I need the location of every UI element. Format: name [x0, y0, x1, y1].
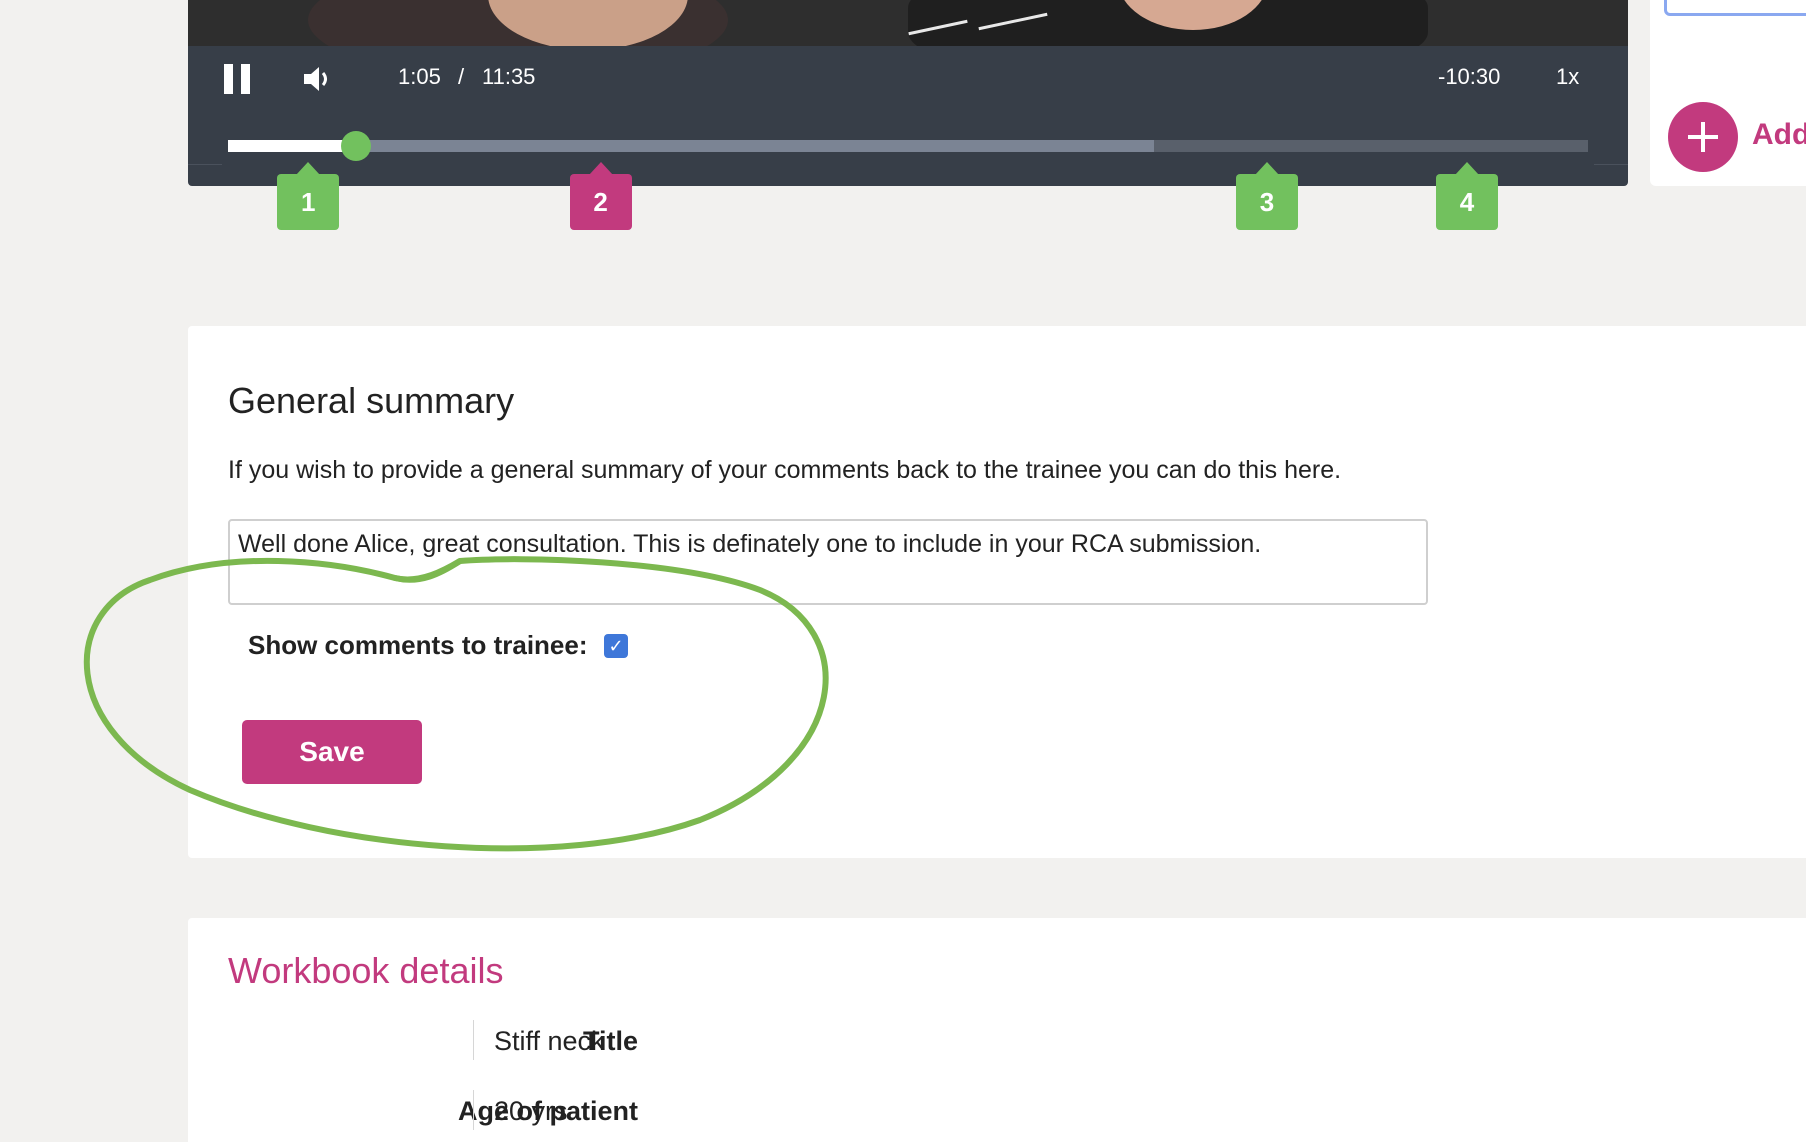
pause-icon[interactable]: [224, 64, 254, 94]
marker[interactable]: 4: [1435, 162, 1498, 230]
played-bar: [228, 140, 356, 152]
checkmark-icon: ✓: [608, 635, 624, 657]
marker[interactable]: 1: [277, 162, 340, 230]
add-button[interactable]: [1668, 102, 1738, 172]
side-panel-input[interactable]: [1664, 0, 1806, 16]
corner-decoration: [1594, 164, 1628, 184]
divider: [473, 1020, 474, 1060]
show-comments-checkbox[interactable]: ✓: [604, 634, 628, 658]
section-title: Workbook details: [228, 950, 504, 991]
video-frame[interactable]: [188, 0, 1628, 46]
section-intro: If you wish to provide a general summary…: [228, 456, 1342, 484]
volume-icon[interactable]: [302, 64, 334, 94]
scrub-handle[interactable]: [340, 131, 371, 161]
page: 1:05 / 11:35 -10:30 1x 1 2 3 4 Add Gener…: [0, 0, 1806, 1142]
summary-comment-field[interactable]: Well done Alice, great consultation. Thi…: [228, 519, 1428, 605]
side-panel: Add: [1650, 0, 1806, 186]
progress-track[interactable]: [228, 131, 1588, 161]
general-summary-card: General summary If you wish to provide a…: [188, 326, 1806, 858]
show-comments-label: Show comments to trainee:: [248, 630, 588, 660]
detail-row: Title Stiff neck: [188, 1020, 988, 1060]
playback-speed-button[interactable]: 1x: [1556, 64, 1579, 90]
save-button[interactable]: Save: [242, 720, 422, 784]
plus-icon: [1688, 122, 1718, 152]
time-separator: /: [458, 64, 465, 89]
remaining-time: -10:30: [1438, 64, 1501, 89]
workbook-details-card: Workbook details Title Stiff neck Age of…: [188, 918, 1806, 1142]
section-title: General summary: [228, 380, 515, 421]
divider: [473, 1090, 474, 1130]
detail-value: 20 yrs: [494, 1096, 568, 1126]
total-time: 11:35: [482, 64, 536, 89]
current-time: 1:05: [398, 64, 441, 89]
corner-decoration: [188, 164, 222, 184]
detail-value: Stiff neck: [494, 1026, 605, 1056]
marker[interactable]: 2: [569, 162, 632, 230]
marker[interactable]: 3: [1236, 162, 1299, 230]
add-button-label[interactable]: Add: [1752, 118, 1806, 152]
video-controls: 1:05 / 11:35 -10:30 1x: [188, 46, 1628, 186]
detail-row: Age of patient 20 yrs: [188, 1090, 988, 1130]
